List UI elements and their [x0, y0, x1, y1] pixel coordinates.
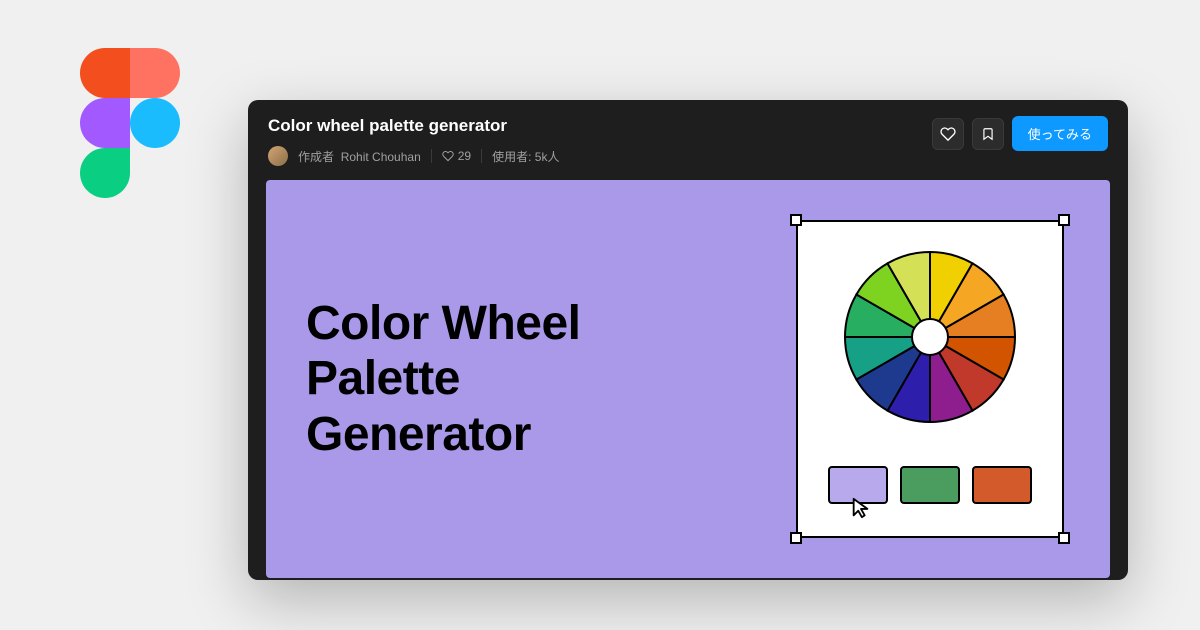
card-header: Color wheel palette generator 作成者 Rohit … [248, 100, 1128, 180]
swatch-3 [972, 466, 1032, 504]
bookmark-button[interactable] [972, 118, 1004, 150]
selection-handle-br [1058, 532, 1070, 544]
selection-handle-tr [1058, 214, 1070, 226]
figma-logo [80, 48, 180, 198]
plugin-card: Color wheel palette generator 作成者 Rohit … [248, 100, 1128, 580]
swatch-2 [900, 466, 960, 504]
preview-area: Color WheelPaletteGenerator [266, 180, 1110, 578]
preview-heading: Color WheelPaletteGenerator [306, 296, 750, 462]
separator [481, 149, 482, 163]
users-count: 使用者: 5k人 [492, 148, 559, 165]
likes-count: 29 [442, 149, 471, 163]
heart-icon [940, 126, 956, 142]
selection-handle-bl [790, 532, 802, 544]
author-avatar [268, 146, 288, 166]
like-button[interactable] [932, 118, 964, 150]
separator [431, 149, 432, 163]
canvas-surface [796, 220, 1064, 538]
selection-handle-tl [790, 214, 802, 226]
canvas-frame [790, 214, 1070, 544]
plugin-title: Color wheel palette generator [268, 116, 932, 136]
meta-row: 作成者 Rohit Chouhan 29 使用者: 5k人 [268, 146, 932, 166]
try-button[interactable]: 使ってみる [1012, 116, 1108, 151]
color-wheel [840, 247, 1020, 427]
author-label: 作成者 Rohit Chouhan [298, 148, 421, 165]
bookmark-icon [981, 126, 995, 142]
cursor-icon [850, 497, 872, 524]
